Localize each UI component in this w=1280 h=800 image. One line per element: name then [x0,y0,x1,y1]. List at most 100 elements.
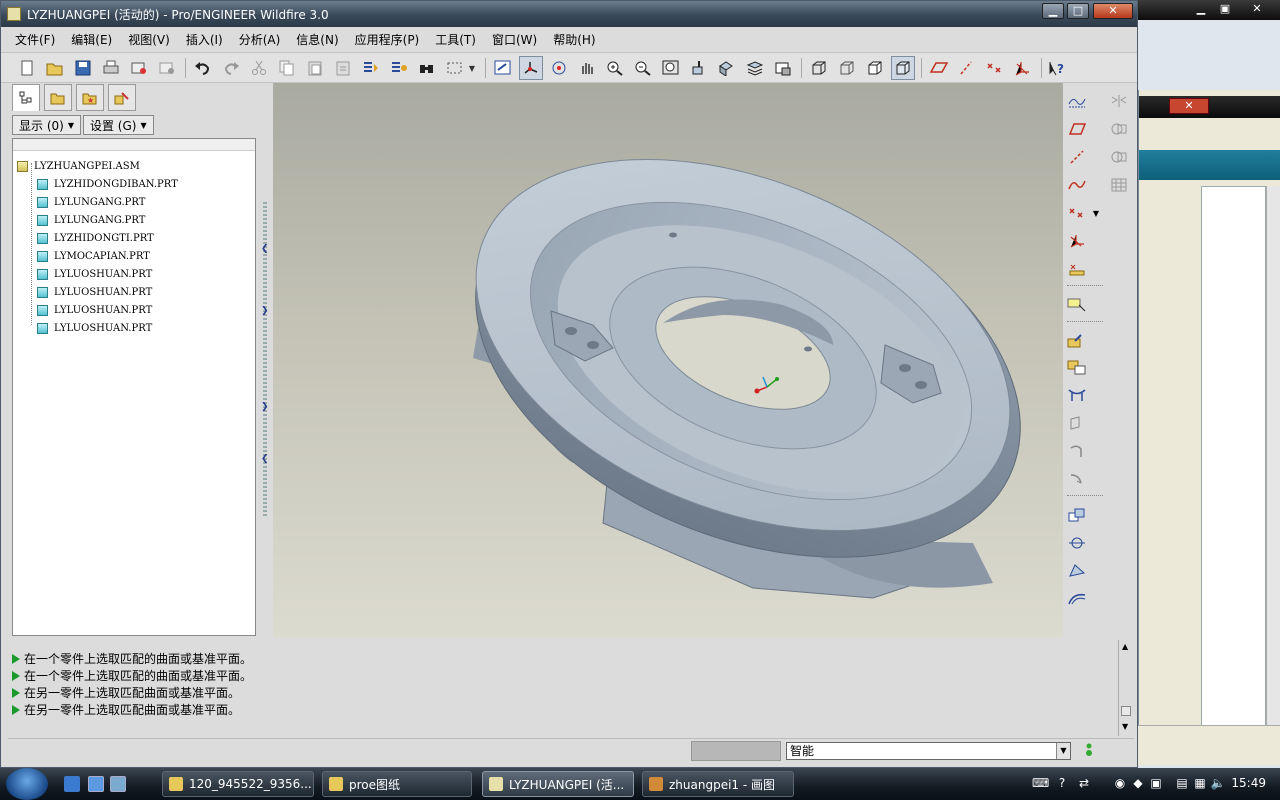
context-help-icon[interactable]: ? [1045,56,1069,80]
tree-item-part[interactable]: LYZHIDONGDIBAN.PRT [37,175,178,193]
coordinate-system-tool-icon[interactable] [1065,229,1089,253]
pattern-tool-icon[interactable] [1107,173,1131,197]
tree-item-part[interactable]: LYLUNGANG.PRT [37,211,145,229]
zoom-in-icon[interactable] [603,56,627,80]
brake-assembly-model[interactable] [273,83,1063,638]
analysis-feature-icon[interactable] [1065,257,1089,281]
shell-tool-icon[interactable] [1065,503,1089,527]
window-titlebar[interactable]: LYZHUANGPEI (活动的) - Pro/ENGINEER Wildfir… [1,1,1137,27]
menu-tools[interactable]: 工具(T) [427,31,484,48]
network-icon[interactable]: ◆ [1130,776,1146,792]
bg-maximize-button[interactable]: ▣ [1214,2,1236,16]
tree-item-part[interactable]: LYLUOSHUAN.PRT [37,301,152,319]
datum-axes-icon[interactable] [955,56,979,80]
mirror-tool-icon[interactable] [1107,89,1131,113]
hole-tool-icon[interactable] [1065,439,1089,463]
tree-item-part[interactable]: LYLUOSHUAN.PRT [37,283,152,301]
select-dropdown-icon[interactable]: ▼ [465,56,479,80]
revolve-tool-icon[interactable] [1065,411,1089,435]
settings-dropdown[interactable]: 设置 (G) ▼ [82,115,154,135]
extrude-tool-icon[interactable] [1065,383,1089,407]
open-icon[interactable] [43,56,67,80]
bg-close-button[interactable]: ✕ [1246,2,1268,16]
tree-item-part[interactable]: LYMOCAPIAN.PRT [37,247,150,265]
sketch-tool-icon[interactable] [1065,89,1089,113]
redo-icon[interactable] [219,56,243,80]
close-button[interactable]: ✕ [1093,3,1133,19]
menu-insert[interactable]: 插入(I) [178,31,231,48]
copy-icon[interactable] [275,56,299,80]
print-icon[interactable] [99,56,123,80]
draft-tool-icon[interactable] [1065,559,1089,583]
menu-info[interactable]: 信息(N) [288,31,346,48]
spin-center-icon[interactable] [519,56,543,80]
rib-tool-icon[interactable] [1065,531,1089,555]
find-icon[interactable] [415,56,439,80]
insert-mode-icon[interactable] [1065,293,1089,317]
show-dropdown[interactable]: 显示 (0) ▼ [12,115,81,135]
datum-point-tool-icon[interactable] [1065,201,1089,225]
minimize-button[interactable]: ▁ [1042,3,1064,19]
tree-item-part[interactable]: LYZHIDONGTI.PRT [37,229,154,247]
volume-icon[interactable]: 🔈 [1210,776,1226,792]
bg-scrollbar[interactable] [1266,186,1280,730]
qq-icon[interactable]: ◉ [1112,776,1128,792]
hidden-line-icon[interactable] [835,56,859,80]
monitor-icon[interactable]: ▦ [1192,776,1208,792]
tree-item-part[interactable]: LYLUOSHUAN.PRT [37,319,152,337]
pan-icon[interactable] [575,56,599,80]
datum-point-dropdown[interactable]: ▼ [1089,201,1103,225]
expand-right-icon[interactable]: ❯ [261,306,269,316]
datum-axis-tool-icon[interactable] [1065,145,1089,169]
assemble-component-icon[interactable] [1065,329,1089,353]
saved-views-icon[interactable] [715,56,739,80]
send-icon[interactable] [127,56,151,80]
security-icon[interactable]: ▣ [1148,776,1164,792]
tray-app-icon[interactable]: ▤ [1174,776,1190,792]
zoom-out-icon[interactable] [631,56,655,80]
paste-icon[interactable] [303,56,327,80]
chevron-down-icon[interactable]: ▼ [1056,743,1070,759]
mail-icon[interactable] [155,56,179,80]
menu-window[interactable]: 窗口(W) [484,31,545,48]
clock[interactable]: 15:49 [1231,776,1266,790]
menu-view[interactable]: 视图(V) [120,31,178,48]
splitter-grip[interactable] [263,414,267,516]
save-icon[interactable] [71,56,95,80]
undo-icon[interactable] [191,56,215,80]
task-explorer[interactable]: 120_945522_9356... [162,771,314,797]
orient-mode-icon[interactable] [547,56,571,80]
keyboard-icon[interactable]: ⌨ [1032,776,1049,792]
language-icon[interactable]: ⇄ [1076,776,1092,792]
menu-edit[interactable]: 编辑(E) [63,31,120,48]
bg-minimize-button[interactable]: ▁ [1190,2,1212,16]
scroll-up-icon[interactable]: ▲ [1122,642,1128,651]
menu-analysis[interactable]: 分析(A) [231,31,289,48]
bg-inner-close-button[interactable]: ✕ [1169,98,1209,114]
scroll-down-icon[interactable]: ▼ [1122,722,1128,731]
graphics-viewport[interactable] [273,83,1063,638]
task-paint[interactable]: zhuangpei1 - 画图 [642,771,794,797]
select-box-icon[interactable] [443,56,467,80]
switch-windows-icon[interactable] [110,776,126,792]
refit-icon[interactable] [659,56,683,80]
task-proe-window[interactable]: LYZHUANGPEI (活... [482,771,634,797]
regenerate-icon[interactable] [359,56,383,80]
folder-browser-tab[interactable] [44,84,72,111]
view-manager-icon[interactable] [771,56,795,80]
no-hidden-icon[interactable] [863,56,887,80]
task-proe-drawings[interactable]: proe图纸 [322,771,472,797]
connections-tab[interactable] [108,84,136,111]
message-scrollbar[interactable]: ▲ ▼ [1118,640,1134,736]
wireframe-icon[interactable] [807,56,831,80]
paste-special-icon[interactable] [331,56,355,80]
reorient-icon[interactable] [687,56,711,80]
selection-filter[interactable]: 智能 ▼ [786,742,1071,760]
datum-planes-icon[interactable] [927,56,951,80]
tree-item-part[interactable]: LYLUNGANG.PRT [37,193,145,211]
scroll-thumb[interactable] [1121,706,1131,716]
coordinate-systems-icon[interactable] [1011,56,1035,80]
quicklaunch-icon[interactable] [64,776,80,792]
new-icon[interactable] [15,56,39,80]
trim-tool-icon[interactable] [1107,145,1131,169]
